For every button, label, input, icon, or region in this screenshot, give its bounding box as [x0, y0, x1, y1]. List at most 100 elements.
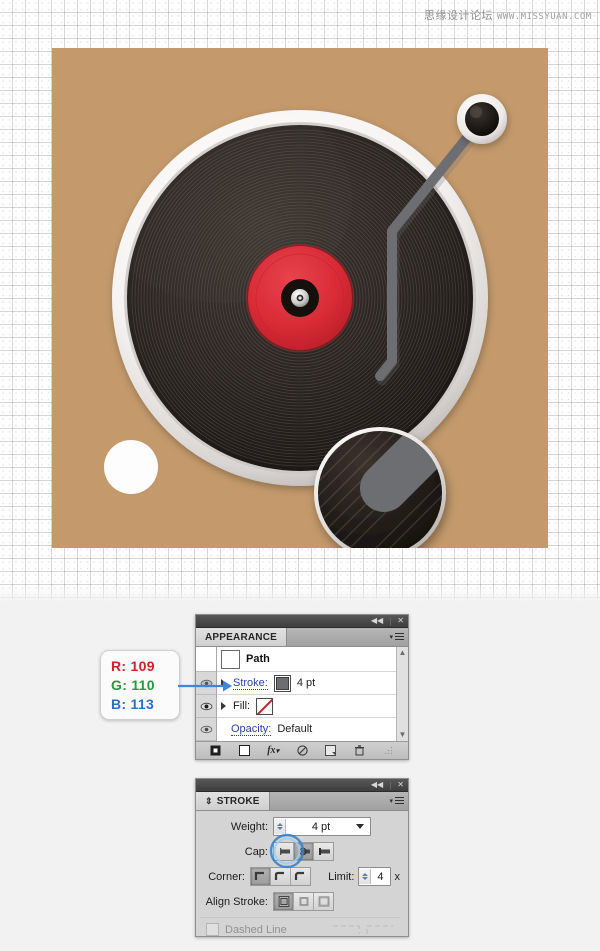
opacity-value[interactable]: Default [277, 723, 312, 735]
weight-combobox[interactable]: 4 pt [273, 817, 371, 836]
appearance-titlebar[interactable]: ◀◀ | ✕ [196, 615, 408, 628]
round-join-button[interactable] [270, 868, 291, 885]
clear-appearance-icon[interactable] [288, 743, 317, 758]
tonearm-pivot [457, 94, 507, 144]
visibility-column[interactable] [196, 647, 217, 741]
screenshot-root: 思缘设计论坛 WWW.MISSYUAN.COM ◀◀ | ✕ APPEARANC… [0, 0, 600, 951]
rgb-green-value: G: 110 [111, 676, 155, 693]
path-thumbnail-icon [221, 649, 240, 669]
close-icon[interactable]: ✕ [397, 617, 404, 625]
appearance-tabbar[interactable]: APPEARANCE ▾ [196, 628, 408, 647]
stroke-panel-menu-button[interactable]: ▾ [389, 795, 404, 806]
chevron-down-icon[interactable] [355, 824, 364, 829]
rgb-blue-value: B: 113 [111, 695, 155, 712]
stroke-weight-value[interactable]: 4 pt [297, 677, 315, 689]
butt-cap-button[interactable] [274, 843, 294, 860]
stroke-panel-body[interactable]: Weight: 4 pt Cap: Corner: Limit: 4 x Ali… [196, 811, 408, 936]
dashed-line-checkbox[interactable] [206, 923, 219, 936]
appearance-path-label: Path [246, 653, 270, 665]
tab-grip-icon: ⇕ [205, 795, 213, 806]
dash-preview-2-icon [366, 924, 393, 934]
appearance-scrollbar[interactable]: ▲ ▼ [396, 647, 408, 741]
fill-none-swatch-icon[interactable] [256, 697, 274, 715]
duplicate-item-icon[interactable] [316, 743, 345, 758]
watermark: 思缘设计论坛 WWW.MISSYUAN.COM [424, 7, 592, 23]
bevel-join-button[interactable] [290, 868, 310, 885]
tabbar-filler [269, 792, 408, 810]
cap-button-group[interactable] [273, 842, 334, 861]
panel-resize-grip[interactable] [374, 746, 403, 755]
stroke-titlebar[interactable]: ◀◀ | ✕ [196, 779, 408, 792]
dashed-line-row[interactable]: Dashed Line [200, 917, 400, 936]
tab-stroke[interactable]: ⇕ STROKE [196, 792, 270, 810]
eye-icon [200, 725, 212, 733]
stepper-down-icon[interactable] [361, 877, 368, 880]
corner-label: Corner: [208, 870, 245, 883]
panel-menu-icon[interactable] [395, 795, 404, 806]
appearance-list[interactable]: Path Stroke: 4 pt Fill: Opacity: Default [196, 647, 408, 741]
stroke-corner-row[interactable]: Corner: Limit: 4 x [200, 867, 400, 886]
appearance-row-opacity[interactable]: Opacity: Default [217, 718, 396, 740]
appearance-row-path[interactable]: Path [217, 647, 396, 672]
stroke-tab-label: STROKE [216, 795, 260, 807]
limit-field[interactable]: 4 [358, 867, 391, 886]
align-inside-button[interactable] [294, 893, 314, 910]
corner-button-group[interactable] [249, 867, 311, 886]
scroll-down-icon[interactable]: ▼ [399, 731, 407, 739]
limit-value[interactable]: 4 [371, 871, 389, 883]
rgb-red-value: R: 109 [111, 657, 155, 674]
appearance-footer-toolbar[interactable]: fx ▾ [196, 741, 408, 759]
opacity-label[interactable]: Opacity: [231, 723, 272, 736]
align-button-group[interactable] [273, 892, 334, 911]
align-center-button[interactable] [274, 893, 294, 910]
align-outside-button[interactable] [314, 893, 333, 910]
add-new-fill-icon[interactable] [230, 743, 259, 758]
stroke-weight-row[interactable]: Weight: 4 pt [200, 817, 400, 836]
visibility-toggle-fill[interactable] [196, 695, 216, 718]
miter-join-button[interactable] [250, 868, 271, 885]
appearance-row-stroke[interactable]: Stroke: 4 pt [217, 672, 396, 695]
canvas-fade [0, 586, 600, 608]
stepper-down-icon[interactable] [276, 827, 283, 830]
stepper-up-icon[interactable] [276, 823, 283, 826]
add-new-stroke-icon[interactable] [201, 743, 230, 758]
artboard[interactable] [52, 48, 548, 548]
fill-label[interactable]: Fill: [233, 700, 250, 712]
panel-menu-icon[interactable] [395, 631, 404, 642]
stroke-align-row[interactable]: Align Stroke: [200, 892, 400, 911]
add-new-effect-icon[interactable]: fx ▾ [259, 743, 288, 758]
stroke-panel[interactable]: ◀◀ | ✕ ⇕ STROKE ▾ Weight: 4 pt Cap: Corn… [195, 778, 409, 937]
stroke-tabbar[interactable]: ⇕ STROKE ▾ [196, 792, 408, 811]
dash-preview-1-icon [333, 924, 360, 934]
appearance-row-fill[interactable]: Fill: [217, 695, 396, 718]
chevron-right-icon[interactable] [221, 702, 226, 710]
visibility-cell-path [196, 647, 216, 672]
delete-item-icon[interactable] [345, 743, 374, 758]
scroll-up-icon[interactable]: ▲ [399, 649, 407, 657]
appearance-rows[interactable]: Path Stroke: 4 pt Fill: Opacity: Default [217, 647, 396, 741]
appearance-tab-label: APPEARANCE [205, 631, 278, 643]
weight-stepper[interactable] [274, 819, 286, 834]
watermark-url-text: WWW.MISSYUAN.COM [497, 12, 592, 22]
stroke-color-swatch[interactable] [273, 674, 291, 692]
limit-label: Limit: [328, 870, 355, 883]
stroke-label[interactable]: Stroke: [233, 677, 268, 690]
collapse-icon[interactable]: ◀◀ [371, 781, 383, 789]
eye-icon [200, 702, 212, 710]
stroke-cap-row[interactable]: Cap: [200, 842, 400, 861]
limit-unit: x [394, 870, 401, 883]
rgb-color-callout: R: 109 G: 110 B: 113 [100, 650, 180, 720]
illustrator-canvas[interactable]: 思缘设计论坛 WWW.MISSYUAN.COM [0, 0, 600, 608]
watermark-cn-text: 思缘设计论坛 [424, 9, 493, 22]
dashed-line-label: Dashed Line [225, 923, 287, 936]
collapse-icon[interactable]: ◀◀ [371, 617, 383, 625]
tab-appearance[interactable]: APPEARANCE [196, 628, 288, 646]
close-icon[interactable]: ✕ [397, 781, 404, 789]
round-cap-button[interactable] [294, 843, 314, 860]
appearance-panel-menu-button[interactable]: ▾ [389, 631, 404, 642]
limit-stepper[interactable] [359, 869, 372, 884]
projecting-cap-button[interactable] [314, 843, 333, 860]
visibility-toggle-opacity[interactable] [196, 718, 216, 741]
weight-value[interactable]: 4 pt [306, 821, 336, 833]
stepper-up-icon[interactable] [361, 873, 368, 876]
